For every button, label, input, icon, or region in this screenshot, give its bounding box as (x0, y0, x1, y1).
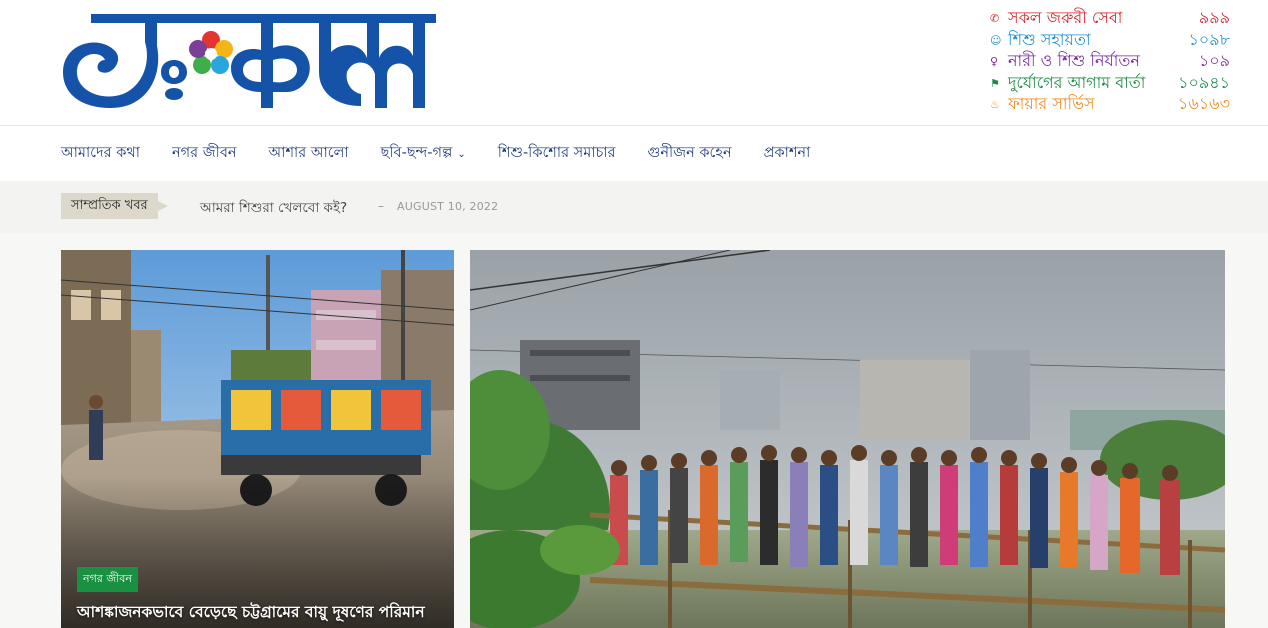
female-icon: ♀ (990, 55, 999, 69)
fire-icon: ♨ (990, 98, 1000, 112)
nav-item-ray-of-hope[interactable]: আশার আলো (269, 142, 349, 166)
bamboo-bridge-image (470, 250, 1225, 628)
site-logo[interactable] (61, 12, 436, 110)
nav-item-about[interactable]: আমাদের কথা (61, 142, 140, 166)
nav-item-label: ছবি-ছন্দ-গল্প (380, 145, 453, 161)
featured-card-left[interactable]: নগর জীবন আশঙ্কাজনকভাবে বেড়েছে চট্টগ্রাম… (61, 250, 454, 628)
flag-icon: ⚑ (990, 76, 1000, 90)
child-icon: ☺ (990, 33, 1002, 47)
ticker-separator: – (378, 199, 384, 213)
featured-card-right[interactable] (470, 250, 1225, 628)
hotline-fire-service[interactable]: ♨ ফায়ার সার্ভিস ১৬১৬৩ (990, 94, 1230, 116)
nav-item-city-life[interactable]: নগর জীবন (172, 142, 237, 166)
nav-item-wise-words[interactable]: গুনীজন কহেন (648, 142, 732, 166)
featured-article-title[interactable]: আশঙ্কাজনকভাবে বেড়েছে চট্টগ্রামের বায়ু … (77, 600, 425, 626)
news-ticker: সাম্প্রতিক খবর আমরা শিশুরা খেলবো কই? – A… (0, 181, 1268, 233)
ticker-badge: সাম্প্রতিক খবর (61, 193, 168, 219)
main-navigation: আমাদের কথা নগর জীবন আশার আলো ছবি-ছন্দ-গল… (0, 125, 1268, 181)
category-badge[interactable]: নগর জীবন (77, 567, 138, 592)
nav-item-publications[interactable]: প্রকাশনা (764, 142, 811, 166)
phone-icon: ✆ (990, 12, 1000, 26)
featured-section: নগর জীবন আশঙ্কাজনকভাবে বেড়েছে চট্টগ্রাম… (0, 233, 1268, 628)
ticker-headline-link[interactable]: আমরা শিশুরা খেলবো কই? (200, 197, 347, 220)
nav-item-photo-rhyme-story[interactable]: ছবি-ছন্দ-গল্প ⌄ (381, 142, 466, 166)
emergency-hotlines: ✆ সকল জরুরী সেবা ৯৯৯ ☺ শিশু সহায়তা ১০৯৮… (990, 8, 1230, 116)
chevron-down-icon: ⌄ (457, 148, 466, 160)
ticker-date: AUGUST 10, 2022 (397, 200, 499, 213)
site-header: ✆ সকল জরুরী সেবা ৯৯৯ ☺ শিশু সহায়তা ১০৯৮… (0, 0, 1268, 125)
nav-item-children-news[interactable]: শিশু-কিশোর সমাচার (498, 142, 616, 166)
